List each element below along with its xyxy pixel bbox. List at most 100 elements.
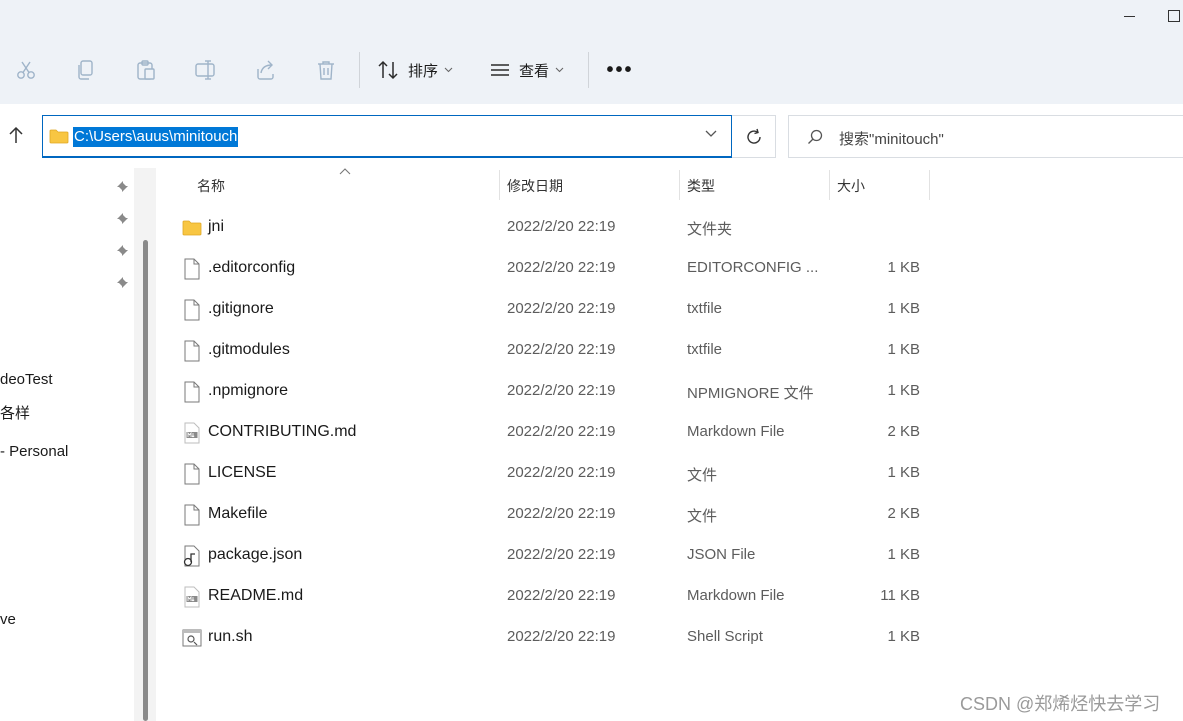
markdown-file-icon <box>182 586 202 608</box>
file-date: 2022/2/20 22:19 <box>507 546 616 563</box>
file-size: 2 KB <box>887 505 920 522</box>
file-name: run.sh <box>208 628 253 645</box>
view-button[interactable]: 查看 <box>489 50 564 90</box>
address-bar[interactable]: C:\Users\auus\minitouch <box>42 115 732 158</box>
chevron-down-icon <box>555 67 564 73</box>
arrow-up-icon <box>9 126 23 143</box>
column-headers: 名称 修改日期 类型 大小 <box>156 168 1183 204</box>
file-name: CONTRIBUTING.md <box>208 423 357 440</box>
file-type: 文件夹 <box>687 221 733 238</box>
file-name: jni <box>208 218 225 235</box>
file-date: 2022/2/20 22:19 <box>507 300 616 317</box>
column-header-type[interactable]: 类型 <box>687 168 715 204</box>
refresh-button[interactable] <box>732 115 776 158</box>
file-type: Markdown File <box>687 587 785 604</box>
file-date: 2022/2/20 22:19 <box>507 464 616 481</box>
nav-item[interactable]: - Personal <box>0 443 68 460</box>
pin-icon <box>117 245 129 256</box>
file-name: .npmignore <box>208 382 289 399</box>
file-row[interactable]: .npmignore 2022/2/20 22:19 NPMIGNORE 文件 1 K… <box>156 371 956 412</box>
file-type: 文件 <box>687 508 718 525</box>
file-row[interactable]: package.json 2022/2/20 22:19 JSON File 1 KB <box>156 535 956 576</box>
sort-ascending-icon <box>339 168 351 175</box>
column-header-size[interactable]: 大小 <box>837 168 865 204</box>
view-label: 查看 <box>519 62 550 80</box>
copy-icon <box>78 60 93 80</box>
copy-button[interactable] <box>66 50 106 90</box>
file-type: 文件 <box>687 467 718 484</box>
nav-item[interactable]: 各样 <box>0 402 30 423</box>
more-options-button[interactable]: ••• <box>604 50 636 90</box>
file-row[interactable]: .gitmodules 2022/2/20 22:19 txtfile 1 KB <box>156 330 956 371</box>
maximize-button[interactable] <box>1152 2 1183 32</box>
search-box[interactable]: 搜索"minitouch" <box>788 115 1183 158</box>
file-date: 2022/2/20 22:19 <box>507 218 616 235</box>
file-icon <box>182 299 202 321</box>
address-path[interactable]: C:\Users\auus\minitouch <box>73 127 239 147</box>
file-size: 2 KB <box>887 423 920 440</box>
sort-button[interactable]: 排序 <box>376 50 453 90</box>
file-row[interactable]: CONTRIBUTING.md 2022/2/20 22:19 Markdown F… <box>156 412 956 453</box>
file-icon <box>182 463 202 485</box>
file-row[interactable]: .editorconfig 2022/2/20 22:19 EDITORCONFIG… <box>156 248 956 289</box>
file-type: JSON File <box>687 546 756 563</box>
search-icon <box>808 129 823 144</box>
share-icon <box>257 60 274 80</box>
file-date: 2022/2/20 22:19 <box>507 341 616 358</box>
nav-item[interactable]: deoTest <box>0 371 53 388</box>
file-type: EDITORCONFIG ... <box>687 259 819 276</box>
file-row[interactable]: .gitignore 2022/2/20 22:19 txtfile 1 KB <box>156 289 956 330</box>
file-icon <box>182 381 202 403</box>
nav-item[interactable]: ve <box>0 611 16 628</box>
column-header-name[interactable]: 名称 <box>197 168 225 204</box>
command-bar <box>0 0 1183 104</box>
cut-button[interactable] <box>6 50 46 90</box>
file-name: README.md <box>208 587 304 604</box>
column-divider[interactable] <box>829 170 830 200</box>
folder-icon <box>49 129 69 144</box>
file-row[interactable]: LICENSE 2022/2/20 22:19 文件 1 KB <box>156 453 956 494</box>
markdown-file-icon <box>182 422 202 444</box>
file-type: txtfile <box>687 341 723 358</box>
file-name: .gitignore <box>208 300 274 317</box>
shell-script-icon <box>182 627 202 649</box>
column-divider[interactable] <box>929 170 930 200</box>
file-icon <box>182 504 202 526</box>
file-name: .gitmodules <box>208 341 290 358</box>
minimize-button[interactable] <box>1108 2 1152 32</box>
file-size: 1 KB <box>887 300 920 317</box>
file-size: 1 KB <box>887 628 920 645</box>
pin-icon <box>117 181 129 192</box>
column-divider[interactable] <box>679 170 680 200</box>
delete-icon <box>318 61 334 80</box>
file-name: package.json <box>208 546 303 563</box>
file-date: 2022/2/20 22:19 <box>507 423 616 440</box>
column-header-date[interactable]: 修改日期 <box>507 168 563 204</box>
file-size: 1 KB <box>887 546 920 563</box>
file-size: 11 KB <box>880 587 920 604</box>
up-button[interactable] <box>2 120 30 150</box>
folder-icon <box>182 217 202 239</box>
file-type: Shell Script <box>687 628 763 645</box>
file-row[interactable]: Makefile 2022/2/20 22:19 文件 2 KB <box>156 494 956 535</box>
file-size: 1 KB <box>887 382 920 399</box>
rename-button[interactable] <box>186 50 226 90</box>
share-button[interactable] <box>246 50 286 90</box>
column-divider[interactable] <box>499 170 500 200</box>
chevron-down-icon <box>444 67 453 73</box>
file-icon <box>182 340 202 362</box>
file-date: 2022/2/20 22:19 <box>507 382 616 399</box>
file-row[interactable]: run.sh 2022/2/20 22:19 Shell Script 1 KB <box>156 617 956 658</box>
refresh-icon <box>746 128 761 144</box>
nav-scrollbar-thumb[interactable] <box>143 240 148 721</box>
more-icon: ••• <box>606 58 634 81</box>
paste-icon <box>137 60 155 80</box>
file-row[interactable]: README.md 2022/2/20 22:19 Markdown File 11 … <box>156 576 956 617</box>
file-type: Markdown File <box>687 423 785 440</box>
chevron-down-icon[interactable] <box>705 130 717 138</box>
file-date: 2022/2/20 22:19 <box>507 628 616 645</box>
delete-button[interactable] <box>306 50 346 90</box>
file-date: 2022/2/20 22:19 <box>507 259 616 276</box>
file-row[interactable]: jni 2022/2/20 22:19 文件夹 <box>156 207 956 248</box>
paste-button[interactable] <box>126 50 166 90</box>
